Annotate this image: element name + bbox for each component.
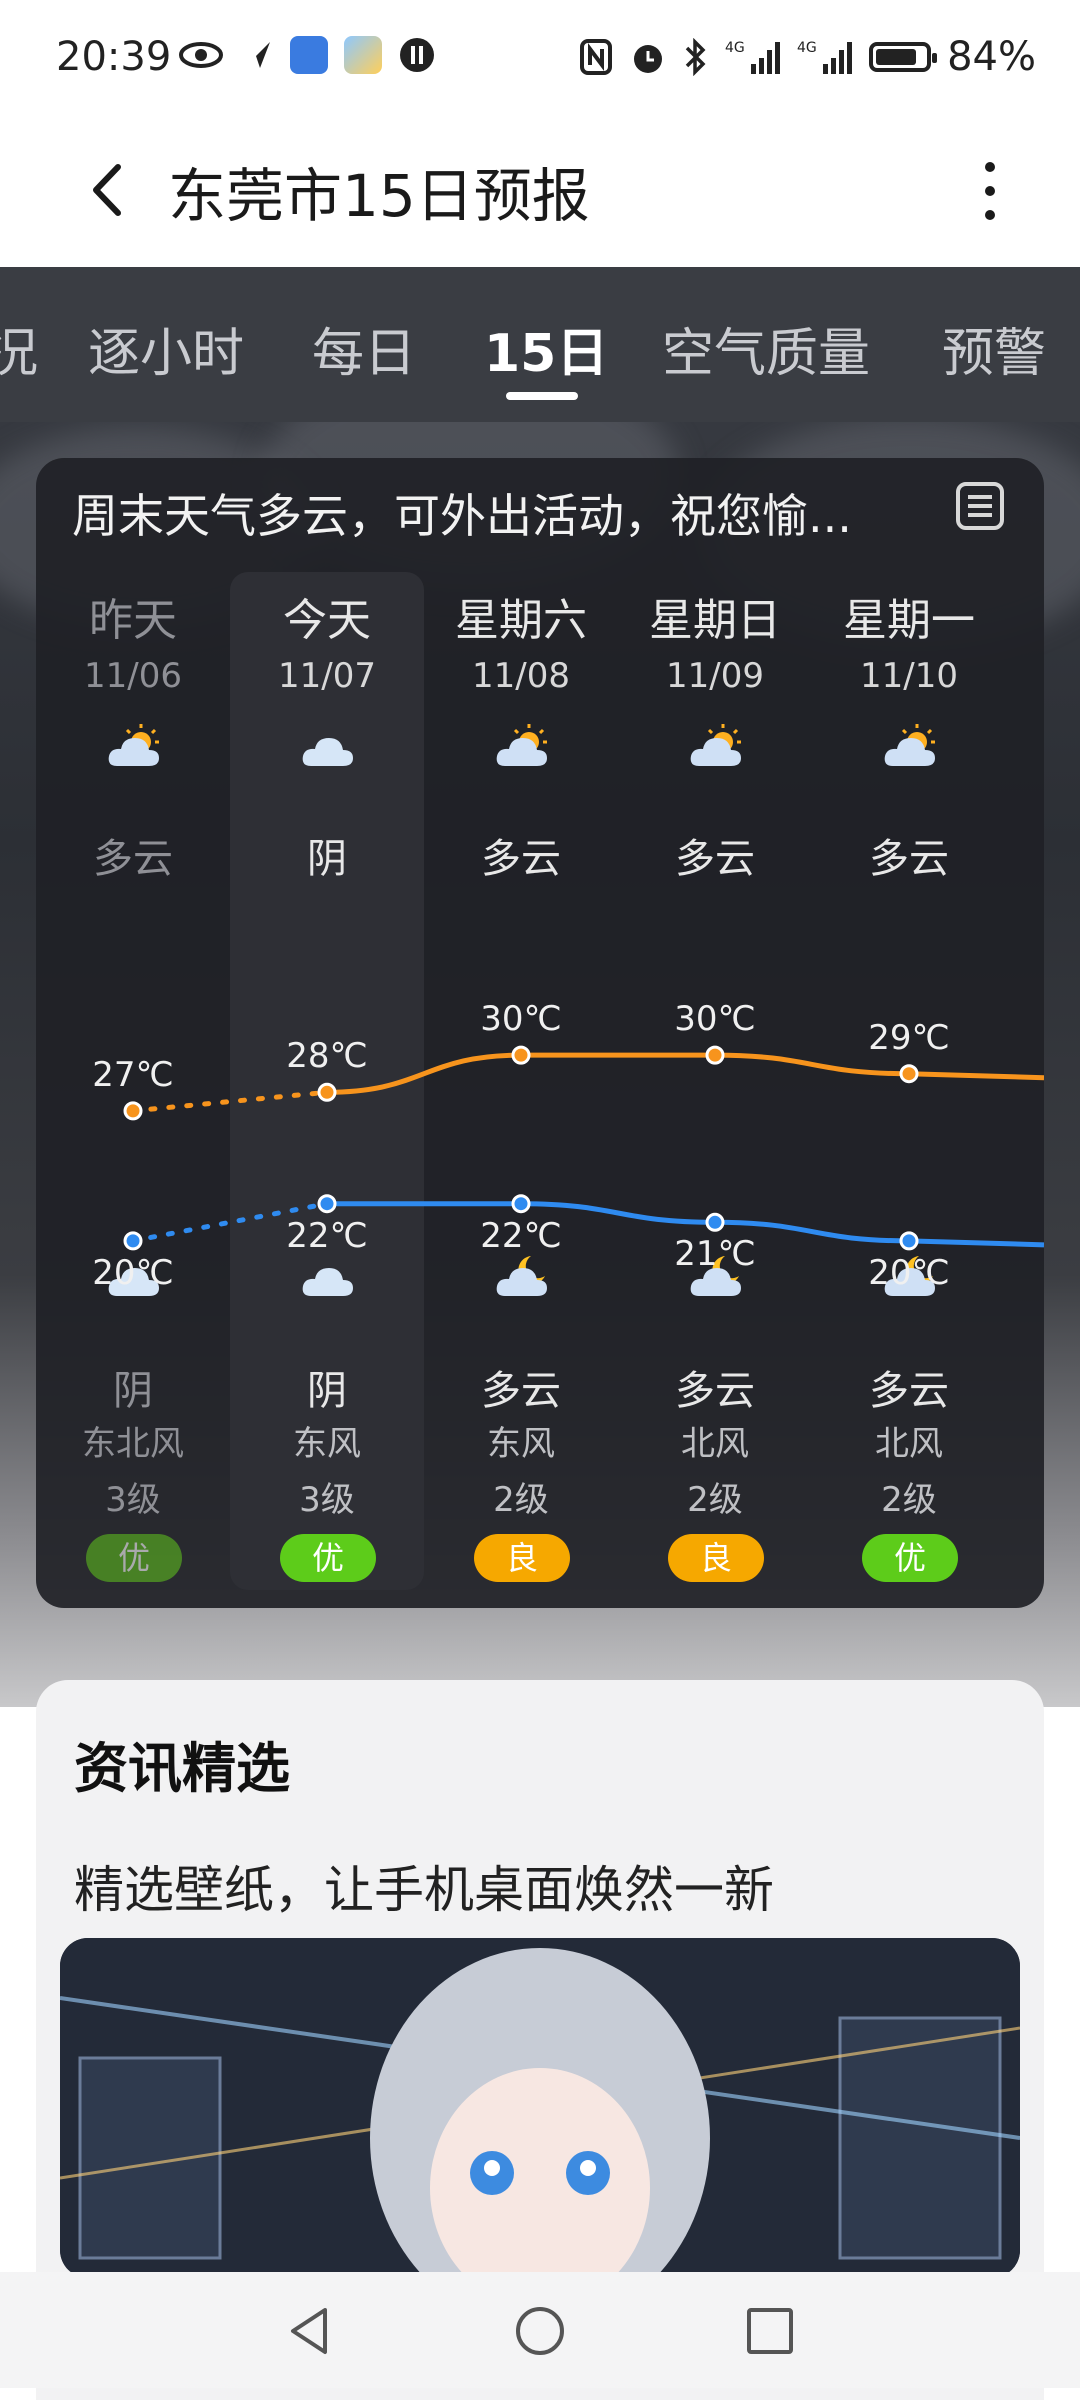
tab-alerts[interactable]: 预警 <box>942 311 1046 386</box>
aqi-badge: 优 <box>86 1534 182 1582</box>
tab-current[interactable]: 况 <box>0 311 38 386</box>
day-condition: 多云 <box>869 836 949 882</box>
wind-direction: 东风 <box>487 1424 555 1464</box>
high-temp-label: 30℃ <box>674 999 756 1040</box>
low-temp-label: 20℃ <box>92 1252 174 1293</box>
forecast-card[interactable]: 周末天气多云，可外出活动，祝您愉... 昨天 11/06 多云 阴 东北风 3级… <box>36 458 1044 1608</box>
wind-level: 2级 <box>687 1480 743 1520</box>
high-temp-label: 28℃ <box>286 1036 368 1077</box>
partly-cloudy-sun-icon <box>108 724 159 766</box>
aqi-badge: 良 <box>668 1534 764 1582</box>
page-title: 东莞市15日预报 <box>168 162 590 230</box>
night-condition: 阴 <box>307 1368 347 1414</box>
svg-text:4G: 4G <box>725 40 745 56</box>
status-left-icons <box>178 36 436 74</box>
system-nav-bar <box>0 2272 1080 2388</box>
day-name: 星期一 <box>843 595 975 646</box>
partly-cloudy-sun-icon <box>496 724 547 766</box>
status-right-icons: 4G 4G 84% <box>579 34 1036 80</box>
night-condition: 多云 <box>675 1368 755 1414</box>
night-condition: 阴 <box>113 1368 153 1414</box>
nfc-icon <box>580 39 613 75</box>
signal-4g-icon: 4G <box>725 40 781 74</box>
nav-home-icon[interactable] <box>505 2296 575 2366</box>
day-date: 11/08 <box>472 656 570 696</box>
high-temp-label: 27℃ <box>92 1054 174 1095</box>
weather-app-icon <box>344 36 382 74</box>
day-column[interactable]: 今天 11/07 阴 阴 东风 3级 优 <box>230 458 424 1608</box>
active-tab-indicator <box>506 392 578 400</box>
app-badge-icon <box>400 38 434 72</box>
news-section-title: 资讯精选 <box>74 1737 290 1800</box>
day-date: 11/07 <box>278 656 376 696</box>
wallpaper-image[interactable] <box>60 1938 1020 2278</box>
partly-cloudy-sun-icon <box>884 724 935 766</box>
day-date: 11/06 <box>84 656 182 696</box>
wind-level: 3级 <box>299 1480 355 1520</box>
alarm-icon <box>634 45 663 73</box>
day-name: 星期日 <box>649 595 781 646</box>
bluetooth-icon <box>685 38 706 76</box>
tab-15-day[interactable]: 15日 <box>484 311 608 386</box>
wind-level: 2级 <box>493 1480 549 1520</box>
status-bar: 20:39 4G 4G 84% <box>0 0 1080 115</box>
wind-direction: 东北风 <box>82 1424 184 1464</box>
nav-recents-icon[interactable] <box>735 2296 805 2366</box>
low-temp-label: 22℃ <box>480 1215 562 1256</box>
tab-daily[interactable]: 每日 <box>312 311 416 386</box>
news-headline[interactable]: 精选壁纸，让手机桌面焕然一新 <box>74 1850 774 1922</box>
overcast-cloud-icon <box>302 738 353 766</box>
wind-level: 2级 <box>881 1480 937 1520</box>
overcast-cloud-icon <box>302 1268 353 1296</box>
send-icon <box>244 42 270 68</box>
aqi-badge: 优 <box>280 1534 376 1582</box>
aqi-badge: 良 <box>474 1534 570 1582</box>
app-notification-icon <box>290 36 328 74</box>
day-condition: 阴 <box>307 836 347 882</box>
day-condition: 多云 <box>481 836 561 882</box>
battery-percent: 84% <box>947 34 1036 80</box>
wind-direction: 东风 <box>293 1424 361 1464</box>
day-date: 11/09 <box>666 656 764 696</box>
tab-hourly[interactable]: 逐小时 <box>88 311 244 386</box>
day-name: 星期六 <box>455 595 587 646</box>
day-condition: 多云 <box>675 836 755 882</box>
partly-cloudy-moon-icon <box>496 1256 547 1296</box>
low-temp-label: 20℃ <box>868 1252 950 1293</box>
tab-air-quality[interactable]: 空气质量 <box>662 311 870 386</box>
wind-direction: 北风 <box>681 1424 749 1464</box>
aqi-badge: 优 <box>862 1534 958 1582</box>
partly-cloudy-sun-icon <box>690 724 741 766</box>
day-column[interactable]: 昨天 11/06 多云 阴 东北风 3级 优 <box>36 458 230 1608</box>
day-date: 11/10 <box>860 656 958 696</box>
low-temp-label: 21℃ <box>674 1234 756 1275</box>
wind-level: 3级 <box>105 1480 161 1520</box>
more-options-icon[interactable] <box>960 151 1020 231</box>
wind-direction: 北风 <box>875 1424 943 1464</box>
night-condition: 多云 <box>481 1368 561 1414</box>
app-header: 东莞市15日预报 <box>0 115 1080 267</box>
day-name: 昨天 <box>89 595 177 646</box>
high-temp-label: 29℃ <box>868 1017 950 1058</box>
eye-icon <box>179 42 223 68</box>
svg-text:4G: 4G <box>797 40 817 56</box>
nav-back-icon[interactable] <box>275 2296 345 2366</box>
status-time: 20:39 <box>56 34 172 80</box>
high-temp-label: 30℃ <box>480 999 562 1040</box>
low-temp-label: 22℃ <box>286 1215 368 1256</box>
day-name: 今天 <box>283 595 371 646</box>
day-condition: 多云 <box>93 836 173 882</box>
night-condition: 多云 <box>869 1368 949 1414</box>
signal-4g-icon: 4G <box>797 40 853 74</box>
back-arrow-icon[interactable] <box>78 155 138 225</box>
battery-icon <box>869 42 938 72</box>
